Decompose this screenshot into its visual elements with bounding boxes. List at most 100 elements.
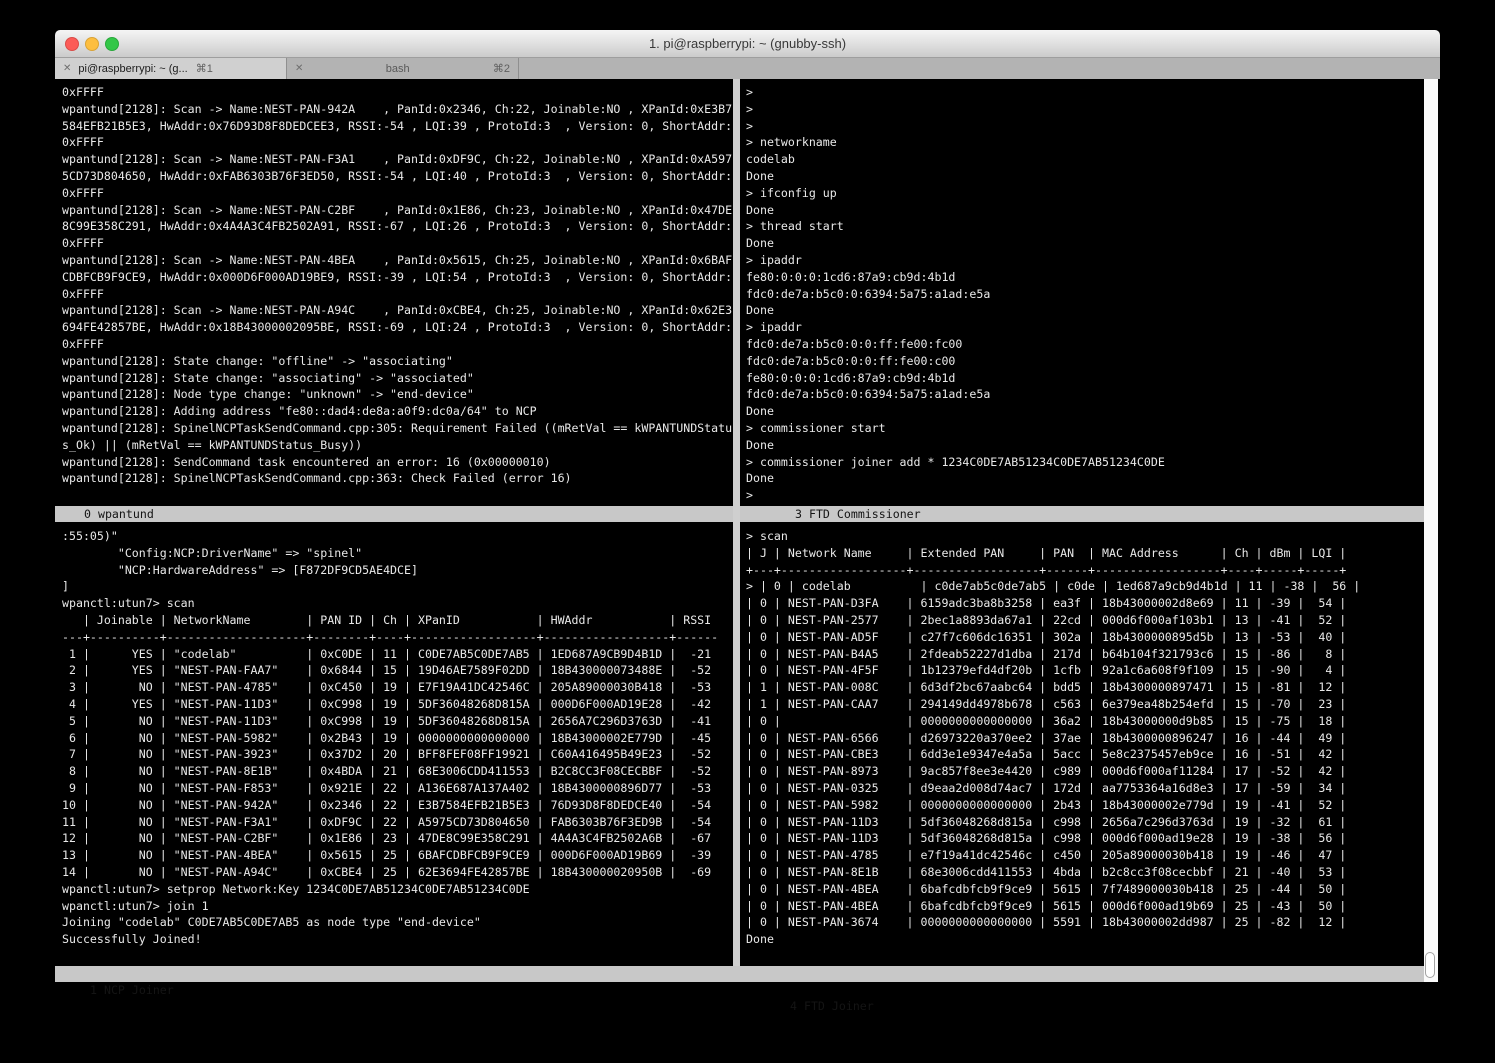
terminal-line: Done	[746, 168, 1424, 185]
tab-shortcut: ⌘1	[196, 62, 213, 75]
terminal-line: | 0 | NEST-PAN-AD5F | c27f7c606dc16351 |…	[746, 629, 1424, 646]
pane-ncp-joiner-cli[interactable]: :55:05)" "Config:NCP:DriverName" => "spi…	[55, 522, 733, 966]
terminal-line: > commissioner joiner add * 1234C0DE7AB5…	[746, 454, 1424, 471]
terminal-line: > networkname	[746, 134, 1424, 151]
terminal-line: wpantund[2128]: Scan -> Name:NEST-PAN-94…	[62, 101, 733, 118]
pane-status-ftd-joiner: 4 FTD Joiner	[790, 998, 874, 1014]
terminal-line: 0xFFFF	[62, 134, 733, 151]
scrollbar-track[interactable]	[1424, 79, 1438, 982]
terminal-line: 6 | NO | "NEST-PAN-5982" | 0x2B43 | 19 |…	[62, 730, 733, 747]
tab-shortcut: ⌘2	[493, 62, 510, 75]
terminal-line: | 0 | NEST-PAN-4785 | e7f19a41dc42546c |…	[746, 847, 1424, 864]
tab-bash[interactable]: ✕ bash ⌘2	[287, 58, 519, 79]
terminal-line: | 0 | NEST-PAN-11D3 | 5df36048268d815a |…	[746, 814, 1424, 831]
pane-status-wpantund: 0 wpantund	[55, 506, 733, 522]
terminal-line: wpanctl:utun7> join 1	[62, 898, 733, 915]
terminal-line: > | 0 | codelab | c0de7ab5c0de7ab5 | c0d…	[746, 578, 1424, 595]
terminal-line: Successfully Joined!	[62, 931, 733, 948]
terminal-line: 10 | NO | "NEST-PAN-942A" | 0x2346 | 22 …	[62, 797, 733, 814]
terminal-line: wpantund[2128]: Scan -> Name:NEST-PAN-A9…	[62, 302, 733, 319]
pane-ftd-commissioner-cli[interactable]: >>>> networknamecodelabDone> ifconfig up…	[740, 79, 1424, 506]
close-tab-icon[interactable]: ✕	[63, 63, 71, 74]
terminal-line: Done	[746, 437, 1424, 454]
terminal-line: s_Ok) || (mRetVal == kWPANTUNDStatus_Bus…	[62, 437, 733, 454]
window-titlebar[interactable]: 1. pi@raspberrypi: ~ (gnubby-ssh)	[55, 30, 1440, 58]
terminal-line: > scan	[746, 528, 1424, 545]
terminal-line: | 0 | NEST-PAN-8973 | 9ac857f8ee3e4420 |…	[746, 763, 1424, 780]
terminal-line: | 0 | NEST-PAN-4BEA | 6bafcdbfcb9f9ce9 |…	[746, 881, 1424, 898]
terminal-content: 0xFFFFwpantund[2128]: Scan -> Name:NEST-…	[55, 79, 1440, 1063]
terminal-line: Done	[746, 403, 1424, 420]
terminal-line: :55:05)"	[62, 528, 733, 545]
terminal-line: ---+----------+--------------------+----…	[62, 629, 733, 646]
terminal-line: > ifconfig up	[746, 185, 1424, 202]
terminal-line: fe80:0:0:0:1cd6:87a9:cb9d:4b1d	[746, 269, 1424, 286]
terminal-line: wpantund[2128]: State change: "offline" …	[62, 353, 733, 370]
terminal-line: ]	[62, 578, 733, 595]
ncp-joiner-output: :55:05)" "Config:NCP:DriverName" => "spi…	[62, 528, 733, 948]
scrollbar-thumb[interactable]	[1425, 952, 1435, 978]
terminal-line: wpantund[2128]: Scan -> Name:NEST-PAN-4B…	[62, 252, 733, 269]
terminal-line: 5 | NO | "NEST-PAN-11D3" | 0xC998 | 19 |…	[62, 713, 733, 730]
bottom-pane-status-bar: 1 NCP Joiner 4 FTD Joiner	[55, 966, 1424, 982]
terminal-line: 2 | YES | "NEST-PAN-FAA7" | 0x6844 | 15 …	[62, 662, 733, 679]
terminal-line: 7 | NO | "NEST-PAN-3923" | 0x37D2 | 20 |…	[62, 746, 733, 763]
terminal-line: Joining "codelab" C0DE7AB5C0DE7AB5 as no…	[62, 914, 733, 931]
terminal-line: fdc0:de7a:b5c0:0:6394:5a75:a1ad:e5a	[746, 386, 1424, 403]
terminal-line: wpantund[2128]: SpinelNCPTaskSendCommand…	[62, 420, 733, 437]
terminal-line: 5CD73D804650, HwAddr:0xFAB6303B76F3ED50,…	[62, 168, 733, 185]
terminal-line: wpantund[2128]: Node type change: "unkno…	[62, 386, 733, 403]
terminal-line: | 0 | NEST-PAN-5982 | 0000000000000000 |…	[746, 797, 1424, 814]
terminal-line: | 1 | NEST-PAN-CAA7 | 294149dd4978b678 |…	[746, 696, 1424, 713]
terminal-line: >	[746, 101, 1424, 118]
terminal-line: | 0 | NEST-PAN-2577 | 2bec1a8893da67a1 |…	[746, 612, 1424, 629]
terminal-line: wpanctl:utun7> scan	[62, 595, 733, 612]
terminal-line: 584EFB21B5E3, HwAddr:0x76D93D8F8DEDCEE3,…	[62, 118, 733, 135]
terminal-line: Done	[746, 931, 1424, 948]
terminal-line: fdc0:de7a:b5c0:0:6394:5a75:a1ad:e5a	[746, 286, 1424, 303]
terminal-line: 3 | NO | "NEST-PAN-4785" | 0xC450 | 19 |…	[62, 679, 733, 696]
terminal-line: fdc0:de7a:b5c0:0:0:ff:fe00:fc00	[746, 336, 1424, 353]
terminal-line: 0xFFFF	[62, 336, 733, 353]
pane-status-ncp-joiner: 1 NCP Joiner	[90, 982, 174, 998]
close-tab-icon[interactable]: ✕	[295, 63, 303, 74]
terminal-line: wpantund[2128]: SpinelNCPTaskSendCommand…	[62, 470, 733, 487]
terminal-line: 0xFFFF	[62, 84, 733, 101]
terminal-line: 4 | YES | "NEST-PAN-11D3" | 0xC998 | 19 …	[62, 696, 733, 713]
terminal-line: >	[746, 84, 1424, 101]
terminal-line: | 0 | NEST-PAN-6566 | d26973220a370ee2 |…	[746, 730, 1424, 747]
terminal-line: >	[746, 487, 1424, 504]
terminal-line: | 0 | NEST-PAN-11D3 | 5df36048268d815a |…	[746, 830, 1424, 847]
terminal-line: +---+------------------+----------------…	[746, 562, 1424, 579]
terminal-line: codelab	[746, 151, 1424, 168]
terminal-line: 9 | NO | "NEST-PAN-F853" | 0x921E | 22 |…	[62, 780, 733, 797]
terminal-line: | J | Network Name | Extended PAN | PAN …	[746, 545, 1424, 562]
terminal-line: wpanctl:utun7> setprop Network:Key 1234C…	[62, 881, 733, 898]
prompt-line: wpanctl:utun7>	[62, 948, 733, 965]
terminal-line: | 0 | NEST-PAN-D3FA | 6159adc3ba8b3258 |…	[746, 595, 1424, 612]
tab-label: pi@raspberrypi: ~ (g...	[78, 63, 187, 75]
terminal-line: wpantund[2128]: State change: "associati…	[62, 370, 733, 387]
terminal-line: > thread start	[746, 218, 1424, 235]
terminal-line: "NCP:HardwareAddress" => [F872DF9CD5AE4D…	[62, 562, 733, 579]
terminal-line: fdc0:de7a:b5c0:0:0:ff:fe00:c00	[746, 353, 1424, 370]
terminal-line: 8C99E358C291, HwAddr:0x4A4A3C4FB2502A91,…	[62, 218, 733, 235]
tab-ssh-session[interactable]: ✕ pi@raspberrypi: ~ (g... ⌘1	[55, 58, 287, 79]
tab-bar: ✕ pi@raspberrypi: ~ (g... ⌘1 ✕ bash ⌘2	[55, 58, 1440, 80]
terminal-line: wpantund[2128]: Adding address "fe80::da…	[62, 403, 733, 420]
terminal-line: | 0 | NEST-PAN-4BEA | 6bafcdbfcb9f9ce9 |…	[746, 898, 1424, 915]
terminal-line: 13 | NO | "NEST-PAN-4BEA" | 0x5615 | 25 …	[62, 847, 733, 864]
pane-split-divider[interactable]	[733, 79, 740, 966]
pane-ftd-joiner-cli[interactable]: > scan| J | Network Name | Extended PAN …	[740, 522, 1424, 966]
terminal-line: Done	[746, 202, 1424, 219]
terminal-line: 0xFFFF	[62, 286, 733, 303]
terminal-line: "Config:NCP:DriverName" => "spinel"	[62, 545, 733, 562]
terminal-line: CDBFCB9F9CE9, HwAddr:0x000D6F000AD19BE9,…	[62, 269, 733, 286]
pane-wpantund-log[interactable]: 0xFFFFwpantund[2128]: Scan -> Name:NEST-…	[55, 79, 733, 506]
terminal-window: 1. pi@raspberrypi: ~ (gnubby-ssh) ✕ pi@r…	[55, 30, 1440, 1063]
pane-status-ftd-commissioner: 3 FTD Commissioner	[740, 506, 1424, 522]
terminal-line: wpantund[2128]: Scan -> Name:NEST-PAN-C2…	[62, 202, 733, 219]
terminal-line: 8 | NO | "NEST-PAN-8E1B" | 0x4BDA | 21 |…	[62, 763, 733, 780]
window-title: 1. pi@raspberrypi: ~ (gnubby-ssh)	[55, 30, 1440, 57]
terminal-line: | 0 | NEST-PAN-3674 | 0000000000000000 |…	[746, 914, 1424, 931]
